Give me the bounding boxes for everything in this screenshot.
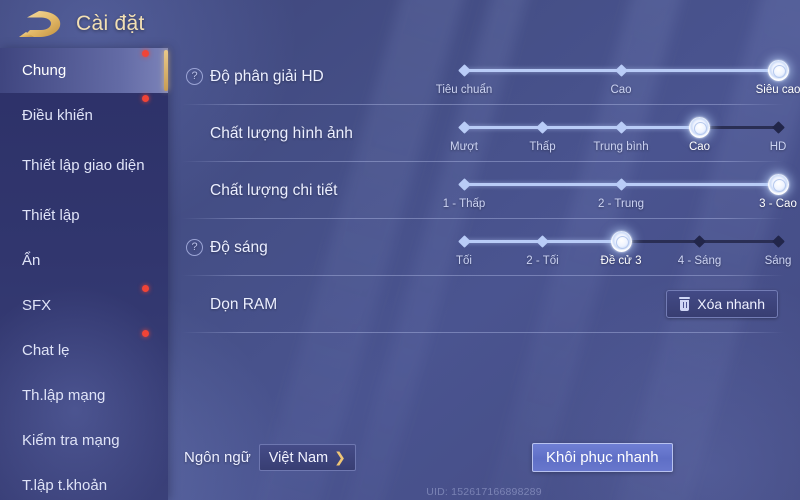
slider-do-phan-giai-hd[interactable]: Tiêu chuẩn Cao Siêu cao — [436, 58, 800, 100]
settings-screen: Cài đặt Chung Điều khiển Thiết lập giao … — [0, 0, 800, 500]
sidebar-item-thiet-lap-giao-dien[interactable]: Thiết lập giao diện — [0, 138, 168, 193]
slider-tick-label: 4 - Sáng — [677, 255, 722, 267]
setting-label: Độ phân giải HD — [210, 67, 324, 85]
setting-row-chat-luong-chi-tiet: Chất lượng chi tiết 1 - Thấp 2 - Trung 3… — [168, 162, 800, 219]
game-logo-icon — [16, 7, 68, 41]
sidebar-item-chung[interactable]: Chung — [0, 48, 168, 93]
slider-chat-luong-chi-tiet[interactable]: 1 - Thấp 2 - Trung 3 - Cao — [443, 172, 797, 214]
slider-tick-label: Mượt — [449, 141, 479, 153]
page-title: Cài đặt — [76, 12, 145, 35]
setting-label: Chất lượng hình ảnh — [210, 124, 353, 142]
slider-tick-label: 2 - Trung — [597, 198, 645, 210]
slider-tick[interactable] — [536, 121, 549, 134]
slider-tick-label: Siêu cao — [755, 84, 800, 96]
slider-tick[interactable] — [457, 64, 471, 77]
slider-tick-label: Trung bình — [593, 141, 649, 153]
slider-tick[interactable] — [614, 121, 628, 134]
slider-tick-label: Tối — [456, 255, 472, 267]
notification-badge — [142, 95, 149, 102]
uid-text: UID: 152617166898289 — [426, 486, 542, 498]
slider-chat-luong-hinh-anh[interactable]: Mượt Thấp Trung bình Cao HD — [450, 115, 786, 157]
setting-label: Độ sáng — [210, 238, 268, 256]
slider-tick[interactable] — [457, 121, 471, 134]
sidebar-item-kiem-tra-mang[interactable]: Kiểm tra mạng — [0, 418, 168, 463]
notification-badge — [142, 330, 149, 337]
setting-row-do-sang: ? Độ sáng Tối 2 - Tối Đề cử 3 4 - Sáng S… — [168, 219, 800, 276]
sidebar-item-th-lap-mang[interactable]: Th.lập mạng — [0, 373, 168, 418]
slider-tick-label: 1 - Thấp — [442, 198, 486, 210]
sidebar-item-label: T.lập t.khoản — [22, 477, 108, 494]
notification-badge — [142, 50, 149, 57]
sidebar-item-label: Thiết lập — [22, 207, 80, 224]
sidebar-item-label: Điều khiển — [22, 107, 93, 124]
notification-badge — [142, 285, 149, 292]
slider-thumb[interactable] — [610, 230, 632, 252]
setting-row-chat-luong-hinh-anh: Chất lượng hình ảnh Mượt Thấp Trung bình… — [168, 105, 800, 162]
bottom-bar: Ngôn ngữ Việt Nam ❯ Khôi phục nhanh UID:… — [168, 434, 800, 500]
settings-list: ? Độ phân giải HD Tiêu chuẩn Cao Siêu ca… — [168, 48, 800, 500]
slider-tick-label: Cao — [688, 141, 711, 153]
sidebar-item-sfx[interactable]: SFX — [0, 283, 168, 328]
trash-icon — [679, 297, 691, 311]
sidebar-item-label: Th.lập mạng — [22, 387, 106, 404]
sidebar-item-chat-le[interactable]: Chat lẹ — [0, 328, 168, 373]
slider-tick-label: Sáng — [764, 255, 792, 267]
sidebar-item-label: Chung — [22, 62, 67, 79]
setting-row-don-ram: Dọn RAM Xóa nhanh — [168, 276, 800, 333]
sidebar-item-label: Thiết lập giao diện — [22, 157, 145, 174]
slider-tick-label: 2 - Tối — [526, 255, 559, 267]
slider-tick[interactable] — [536, 235, 549, 248]
setting-label: Chất lượng chi tiết — [210, 181, 338, 199]
slider-tick[interactable] — [693, 235, 706, 248]
slider-tick[interactable] — [614, 64, 628, 77]
sidebar-item-label: Kiểm tra mạng — [22, 432, 120, 449]
slider-tick[interactable] — [771, 235, 785, 248]
language-value: Việt Nam — [268, 449, 329, 466]
setting-label: Dọn RAM — [210, 295, 278, 313]
slider-tick[interactable] — [771, 121, 785, 134]
slider-tick-label: 3 - Cao — [759, 198, 797, 210]
slider-tick-label: Thấp — [529, 141, 556, 153]
slider-tick[interactable] — [457, 178, 471, 191]
slider-tick[interactable] — [614, 178, 628, 191]
sidebar-item-t-lap-t-khoan[interactable]: T.lập t.khoản — [0, 463, 168, 500]
question-mark-icon[interactable]: ? — [186, 239, 203, 256]
sidebar-item-an[interactable]: Ẩn — [0, 238, 168, 283]
slider-tick-label: Đề cử 3 — [600, 255, 642, 267]
slider-thumb[interactable] — [689, 116, 710, 138]
slider-track-active — [464, 126, 700, 129]
sidebar-item-label: Ẩn — [22, 252, 41, 269]
sidebar-item-label: Chat lẹ — [22, 342, 70, 359]
sidebar-item-thiet-lap[interactable]: Thiết lập — [0, 193, 168, 238]
app-header: Cài đặt — [0, 0, 800, 48]
slider-tick-label: HD — [769, 141, 787, 153]
slider-tick-label: Cao — [610, 84, 632, 96]
slider-thumb[interactable] — [767, 59, 789, 81]
restore-defaults-label: Khôi phục nhanh — [546, 449, 659, 466]
chevron-right-icon: ❯ — [334, 449, 346, 465]
clear-ram-button[interactable]: Xóa nhanh — [666, 290, 778, 318]
slider-tick[interactable] — [457, 235, 471, 248]
sidebar-item-label: SFX — [22, 297, 52, 314]
setting-row-do-phan-giai-hd: ? Độ phân giải HD Tiêu chuẩn Cao Siêu ca… — [168, 48, 800, 105]
slider-do-sang[interactable]: Tối 2 - Tối Đề cử 3 4 - Sáng Sáng — [456, 229, 791, 271]
clear-ram-button-label: Xóa nhanh — [697, 296, 765, 312]
slider-thumb[interactable] — [767, 173, 789, 195]
language-label: Ngôn ngữ — [184, 449, 251, 466]
sidebar-item-dieu-khien[interactable]: Điều khiển — [0, 93, 168, 138]
language-button[interactable]: Việt Nam ❯ — [258, 444, 356, 471]
language-selector: Ngôn ngữ Việt Nam ❯ — [184, 444, 356, 471]
sidebar: Chung Điều khiển Thiết lập giao diện Thi… — [0, 48, 190, 500]
question-mark-icon[interactable]: ? — [186, 68, 203, 85]
restore-defaults-button[interactable]: Khôi phục nhanh — [532, 443, 673, 472]
slider-tick-label: Tiêu chuẩn — [435, 84, 493, 96]
